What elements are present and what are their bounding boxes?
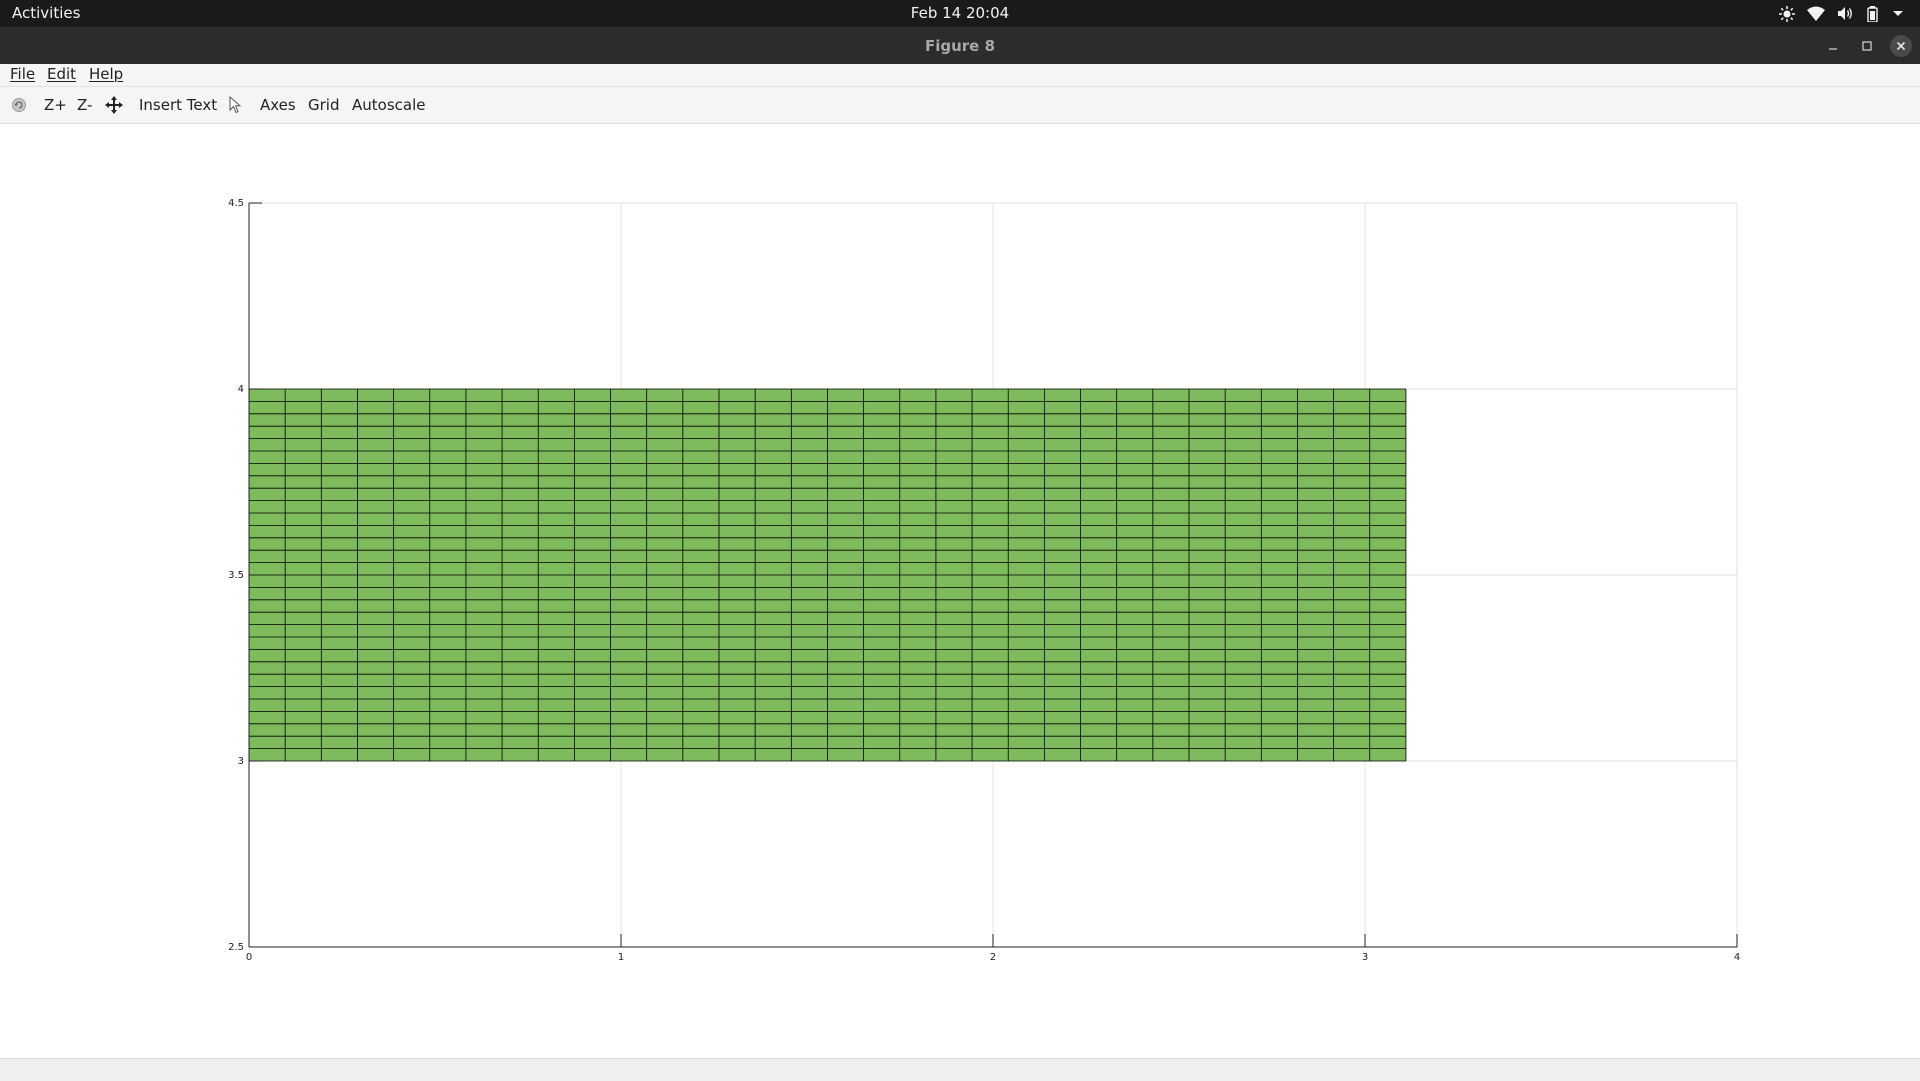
window-title: Figure 8 — [924, 37, 996, 55]
grid-button[interactable]: Grid — [308, 96, 339, 114]
minimize-button[interactable] — [1822, 35, 1844, 57]
close-icon — [1896, 41, 1906, 51]
status-bar — [0, 1058, 1920, 1081]
plot-svg[interactable]: 0 1 2 3 4 2.5 3 3.5 4 4.5 — [0, 124, 1920, 1058]
insert-text-button[interactable]: Insert Text — [139, 96, 217, 114]
minimize-icon — [1829, 48, 1837, 50]
figure-canvas[interactable]: 0 1 2 3 4 2.5 3 3.5 4 4.5 — [0, 124, 1920, 1058]
menu-help[interactable]: Help — [89, 65, 123, 83]
rotate-button[interactable] — [11, 97, 27, 117]
y-tick-label: 4.5 — [228, 198, 244, 209]
x-tick-label: 3 — [1362, 952, 1368, 963]
volume-icon — [1837, 6, 1854, 21]
rotate-icon — [12, 98, 26, 112]
brightness-icon — [1779, 5, 1795, 22]
system-top-bar: Activities Feb 14 20:04 — [0, 0, 1920, 27]
axes-button[interactable]: Axes — [260, 96, 296, 114]
close-button[interactable] — [1890, 35, 1912, 57]
pointer-icon — [229, 95, 242, 114]
maximize-button[interactable] — [1856, 35, 1878, 57]
autoscale-button[interactable]: Autoscale — [352, 96, 425, 114]
window-title-bar[interactable]: Figure 8 — [0, 27, 1920, 64]
y-tick-label: 3.5 — [228, 570, 244, 581]
select-button[interactable] — [229, 95, 242, 118]
menu-bar: File Edit Help — [0, 64, 1920, 87]
zoom-out-button[interactable]: Z- — [77, 96, 92, 114]
y-tick-label: 3 — [238, 756, 244, 767]
clock[interactable]: Feb 14 20:04 — [911, 4, 1009, 22]
maximize-icon — [1862, 41, 1872, 51]
y-tick-label: 4 — [238, 384, 244, 395]
chevron-down-icon — [1892, 10, 1904, 18]
x-tick-label: 0 — [246, 952, 252, 963]
pan-button[interactable] — [105, 96, 123, 118]
y-tick-label: 2.5 — [228, 942, 244, 953]
activities-button[interactable]: Activities — [12, 4, 80, 22]
menu-file[interactable]: File — [10, 65, 35, 83]
menu-edit[interactable]: Edit — [47, 65, 76, 83]
figure-toolbar: Z+ Z- Insert Text Axes Grid Autoscale — [0, 87, 1920, 124]
zoom-in-button[interactable]: Z+ — [44, 96, 67, 114]
wifi-icon — [1807, 6, 1825, 21]
battery-icon — [1866, 5, 1880, 22]
x-tick-label: 1 — [618, 952, 624, 963]
x-tick-label: 2 — [990, 952, 996, 963]
system-tray[interactable] — [1779, 3, 1904, 24]
x-tick-label: 4 — [1734, 952, 1740, 963]
pan-icon — [105, 96, 123, 114]
